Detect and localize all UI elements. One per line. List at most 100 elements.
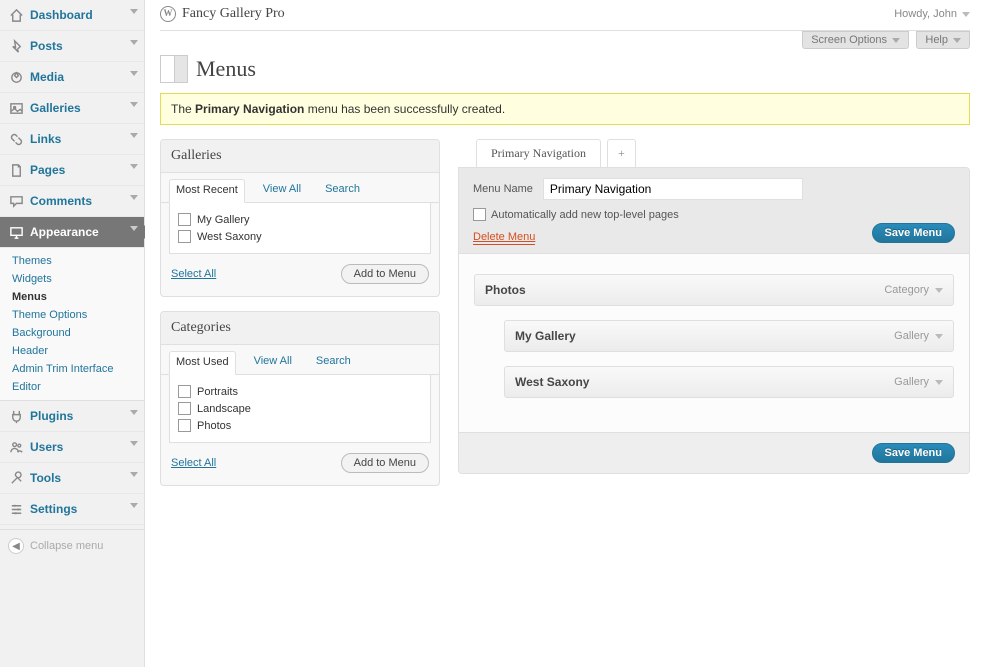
galleries-tabs: Most Recent View All Search xyxy=(161,173,439,203)
menu-structure-item[interactable]: West SaxonyGallery xyxy=(504,366,954,398)
item-checkbox[interactable] xyxy=(178,402,191,415)
users-icon xyxy=(8,439,24,455)
submenu-item-themes[interactable]: Themes xyxy=(0,252,144,270)
sidebar-item-comments[interactable]: Comments xyxy=(0,186,144,217)
wordpress-logo-icon xyxy=(160,6,176,22)
sidebar-item-galleries[interactable]: Galleries xyxy=(0,93,144,124)
menu-item-type: Gallery xyxy=(894,330,943,342)
galleries-add-to-menu-button[interactable]: Add to Menu xyxy=(341,264,429,284)
sidebar-item-settings[interactable]: Settings xyxy=(0,494,144,525)
sidebar-item-media[interactable]: Media xyxy=(0,62,144,93)
submenu-item-editor[interactable]: Editor xyxy=(0,378,144,396)
help-button[interactable]: Help xyxy=(916,31,970,49)
menus-page-icon xyxy=(160,55,188,83)
tab-most-recent[interactable]: Most Recent xyxy=(169,179,245,203)
item-checkbox[interactable] xyxy=(178,385,191,398)
sidebar-item-users[interactable]: Users xyxy=(0,432,144,463)
save-menu-button-top[interactable]: Save Menu xyxy=(872,223,955,243)
media-icon xyxy=(8,69,24,85)
collapse-label: Collapse menu xyxy=(30,540,103,552)
sidebar-item-label: Settings xyxy=(30,502,77,516)
list-item[interactable]: Photos xyxy=(178,417,422,434)
chevron-down-icon xyxy=(130,164,138,169)
sidebar-item-label: Dashboard xyxy=(30,8,93,22)
galleries-title: Galleries xyxy=(161,140,439,173)
appearance-icon xyxy=(8,224,24,240)
save-menu-button-bottom[interactable]: Save Menu xyxy=(872,443,955,463)
sidebar-item-label: Links xyxy=(30,132,61,146)
submenu-item-theme-options[interactable]: Theme Options xyxy=(0,306,144,324)
sidebar-item-dashboard[interactable]: Dashboard xyxy=(0,0,144,31)
chevron-down-icon xyxy=(130,410,138,415)
tab-view-all[interactable]: View All xyxy=(257,179,307,202)
auto-add-pages-checkbox[interactable] xyxy=(473,208,486,221)
site-title[interactable]: Fancy Gallery Pro xyxy=(160,6,285,22)
admin-sidebar: Dashboard Posts MediaGalleries Links Pages Co… xyxy=(0,0,145,667)
categories-metabox: Categories Most Used View All Search Portr… xyxy=(160,311,440,486)
submenu-item-admin-trim-interface[interactable]: Admin Trim Interface xyxy=(0,360,144,378)
sidebar-item-pages[interactable]: Pages xyxy=(0,155,144,186)
menu-item-title: West Saxony xyxy=(515,375,589,389)
tab-most-used[interactable]: Most Used xyxy=(169,351,236,375)
item-checkbox[interactable] xyxy=(178,230,191,243)
item-checkbox[interactable] xyxy=(178,213,191,226)
menu-tab-add[interactable]: + xyxy=(607,139,636,167)
menu-structure-item[interactable]: My Gallery Gallery xyxy=(504,320,954,352)
galleries-select-all-link[interactable]: Select All xyxy=(171,268,216,280)
chevron-down-icon xyxy=(130,40,138,45)
collapse-icon: ◀ xyxy=(8,538,24,554)
page-title: Menus xyxy=(196,56,256,82)
sidebar-item-label: Posts xyxy=(30,39,63,53)
tab-search[interactable]: Search xyxy=(319,179,366,202)
link-icon xyxy=(8,131,24,147)
auto-add-pages-label: Automatically add new top-level pages xyxy=(491,209,679,221)
list-item[interactable]: West Saxony xyxy=(178,228,422,245)
submenu-item-background[interactable]: Background xyxy=(0,324,144,342)
chevron-down-icon xyxy=(130,503,138,508)
page-icon xyxy=(8,162,24,178)
delete-menu-link[interactable]: Delete Menu xyxy=(473,231,535,245)
sidebar-item-label: Tools xyxy=(30,471,61,485)
sidebar-item-label: Pages xyxy=(30,163,65,177)
categories-tabs: Most Used View All Search xyxy=(161,345,439,375)
chevron-down-icon xyxy=(935,380,943,385)
home-icon xyxy=(8,7,24,23)
collapse-menu-button[interactable]: ◀ Collapse menu xyxy=(0,529,144,562)
menu-item-title: My Gallery xyxy=(515,329,576,343)
sidebar-item-tools[interactable]: Tools xyxy=(0,463,144,494)
categories-add-to-menu-button[interactable]: Add to Menu xyxy=(341,453,429,473)
list-item[interactable]: My Gallery xyxy=(178,211,422,228)
tab-view-all[interactable]: View All xyxy=(248,351,298,374)
sidebar-item-label: Plugins xyxy=(30,409,73,423)
menu-item-type: Category xyxy=(884,284,943,296)
howdy-user-menu[interactable]: Howdy, John xyxy=(894,8,970,20)
menu-edit-panel: Menu Name Automatically add new top-leve… xyxy=(458,167,970,474)
menu-structure-item[interactable]: PhotosCategory xyxy=(474,274,954,306)
submenu-item-widgets[interactable]: Widgets xyxy=(0,270,144,288)
submenu-item-header[interactable]: Header xyxy=(0,342,144,360)
list-item[interactable]: Landscape xyxy=(178,400,422,417)
screen-options-button[interactable]: Screen Options xyxy=(802,31,909,49)
sidebar-item-plugins[interactable]: Plugins xyxy=(0,401,144,432)
submenu-item-menus[interactable]: Menus xyxy=(0,288,144,306)
chevron-down-icon xyxy=(130,102,138,107)
galleries-metabox: Galleries Most Recent View All Search My G… xyxy=(160,139,440,297)
item-checkbox[interactable] xyxy=(178,419,191,432)
menu-name-input[interactable] xyxy=(543,178,803,200)
chevron-down-icon xyxy=(130,472,138,477)
chevron-down-icon xyxy=(130,9,138,14)
chevron-down-icon xyxy=(130,71,138,76)
menu-tab-primary[interactable]: Primary Navigation xyxy=(476,139,601,167)
sidebar-item-posts[interactable]: Posts xyxy=(0,31,144,62)
tab-search[interactable]: Search xyxy=(310,351,357,374)
categories-title: Categories xyxy=(161,312,439,345)
sidebar-item-label: Comments xyxy=(30,194,92,208)
sidebar-item-appearance[interactable]: Appearance xyxy=(0,217,144,248)
list-item[interactable]: Portraits xyxy=(178,383,422,400)
comment-icon xyxy=(8,193,24,209)
chevron-down-icon xyxy=(892,38,900,43)
gallery-icon xyxy=(8,100,24,116)
sidebar-item-links[interactable]: Links xyxy=(0,124,144,155)
sidebar-item-label: Appearance xyxy=(30,225,99,239)
categories-select-all-link[interactable]: Select All xyxy=(171,457,216,469)
